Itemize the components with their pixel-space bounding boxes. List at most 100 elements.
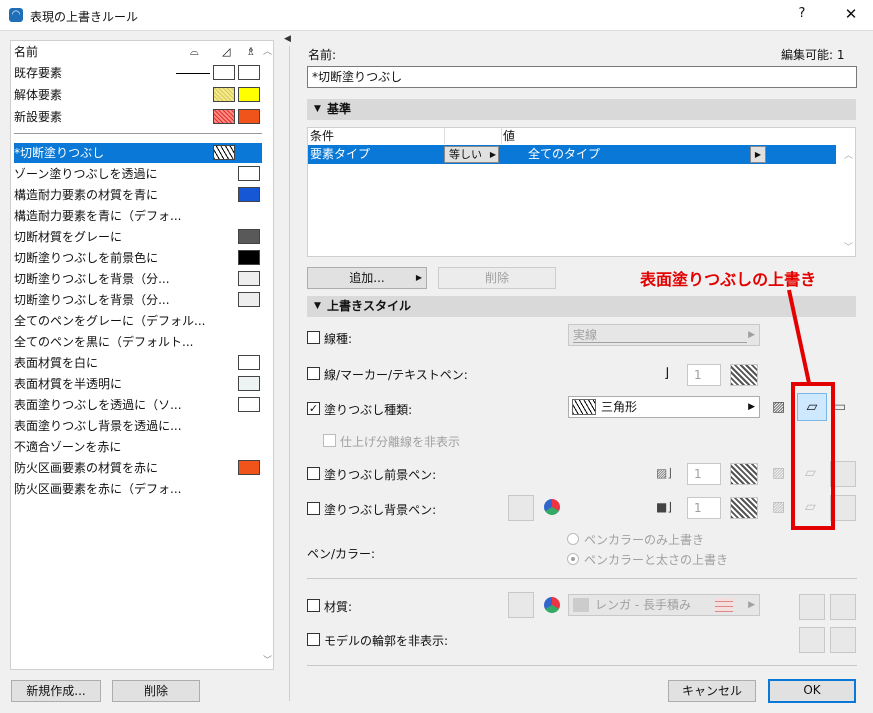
material-settings-button[interactable] [799, 594, 825, 620]
material-swatch-icon [573, 598, 589, 612]
hide-contour-checkbox[interactable] [307, 633, 320, 646]
operator-value: 等しい [449, 148, 482, 161]
fill-fg-pen-checkbox[interactable] [307, 467, 320, 480]
scroll-down-icon[interactable]: ﹀ [844, 240, 853, 253]
pen-color-swatch[interactable] [730, 364, 758, 386]
solid-pen-icon: ■⌋ [656, 500, 673, 514]
scroll-down-icon[interactable]: ﹀ [263, 653, 272, 666]
color-swatch [238, 376, 260, 391]
scroll-up-icon[interactable]: ︿ [263, 44, 272, 57]
line-type-dropdown[interactable]: 実線 ▶ [568, 324, 760, 346]
rule-label: 全てのペンを黒に（デフォルト... [14, 335, 194, 349]
hide-finish-lines-checkbox[interactable] [323, 434, 336, 447]
rule-list-item[interactable]: 構造耐力要素を青に（デフォ... [14, 206, 262, 226]
color-swatch[interactable] [213, 87, 235, 102]
rule-list-item[interactable]: 防火区画要素の材質を赤に [14, 458, 262, 478]
rule-list-item[interactable]: 切断塗りつぶしを背景（分... [14, 269, 262, 289]
color-swatch[interactable] [238, 65, 260, 80]
delete-criteria-button[interactable]: 削除 [438, 267, 556, 289]
scroll-up-icon[interactable]: ︿ [844, 148, 853, 161]
rule-list-item[interactable]: 表面材質を半透明に [14, 374, 262, 394]
name-label: 名前: [308, 48, 337, 62]
material-cover-button[interactable] [830, 594, 856, 620]
bg-pen-picker-button[interactable] [508, 495, 534, 521]
rule-list-item[interactable]: *切断塗りつぶし [14, 143, 262, 163]
operator-dropdown[interactable]: 等しい ▶ [444, 146, 499, 163]
solid-line-preview [573, 342, 747, 343]
value-dropdown-button[interactable]: ▶ [750, 146, 766, 163]
fill-type-dropdown[interactable]: 三角形 ▶ [568, 396, 760, 418]
material-dropdown[interactable]: レンガ - 長手積み ▶ [568, 594, 760, 616]
delete-rule-button[interactable]: 削除 [112, 680, 200, 702]
annotation-text: 表面塗りつぶしの上書き [640, 270, 817, 289]
rule-name-input[interactable]: *切断塗りつぶし [307, 66, 857, 88]
window-title: 表現の上書きルール [30, 10, 139, 24]
color-wheel-icon[interactable] [544, 499, 560, 515]
hatch-pen-icon: ▨⌋ [656, 466, 673, 480]
splitter-line [289, 46, 290, 701]
color-swatch [238, 187, 260, 202]
rule-list-item[interactable]: 構造耐力要素の材質を青に [14, 185, 262, 205]
rule-label: 表面材質を白に [14, 356, 99, 370]
fill-type-value: 三角形 [601, 400, 638, 414]
rule-list-item[interactable]: 表面塗りつぶしを透過に（ソ... [14, 395, 262, 415]
rule-list-item[interactable]: 切断材質をグレーに [14, 227, 262, 247]
add-criteria-button[interactable]: 追加... ▶ [307, 267, 427, 289]
fill-bg-pen-number[interactable]: 1 [687, 497, 721, 519]
color-swatch[interactable] [213, 109, 235, 124]
rule-label: *切断塗りつぶし [14, 146, 105, 160]
pen-color-only-radio[interactable] [567, 533, 579, 545]
rule-list-item[interactable]: ゾーン塗りつぶしを透過に [14, 164, 262, 184]
rule-list-item[interactable]: 全てのペンをグレーに（デフォル... [14, 311, 262, 331]
rule-list-item[interactable]: 表面塗りつぶし背景を透過に... [14, 416, 262, 436]
rule-list-item[interactable]: 防火区画要素を赤に（デフォ... [14, 479, 262, 499]
basic-row[interactable]: 既存要素 [14, 63, 262, 83]
paint-brush-icon: ♗ [246, 45, 256, 58]
rule-label: 防火区画要素を赤に（デフォ... [14, 482, 182, 496]
fill-type-label: 塗りつぶし種類: [324, 403, 413, 417]
rule-list-item[interactable]: 表面材質を白に [14, 353, 262, 373]
override-style-section-header[interactable]: ▼ 上書きスタイル [307, 296, 856, 317]
line-pen-number[interactable]: 1 [687, 364, 721, 386]
rule-label: 不適合ゾーンを赤に [14, 440, 122, 454]
pen-color-weight-radio[interactable] [567, 553, 579, 565]
basic-row[interactable]: 解体要素 [14, 85, 262, 105]
criteria-section-header[interactable]: ▼ 基準 [307, 99, 856, 120]
cut-fill-icon[interactable]: ▨ [772, 499, 785, 515]
contour-surface-button[interactable] [830, 627, 856, 653]
collapse-left-icon[interactable]: ◀ [284, 34, 291, 44]
basic-row[interactable]: 新設要素 [14, 107, 262, 127]
rule-label: 構造耐力要素の材質を青に [14, 188, 159, 202]
cut-fill-icon[interactable]: ▨ [772, 399, 785, 415]
fill-type-checkbox[interactable]: ✓ [307, 402, 320, 415]
line-pen-label: 線/マーカー/テキストペン: [324, 368, 468, 382]
contour-model-button[interactable] [799, 627, 825, 653]
color-swatch[interactable] [238, 109, 260, 124]
rule-list-item[interactable]: 切断塗りつぶしを背景（分... [14, 290, 262, 310]
rule-list-item[interactable]: 切断塗りつぶしを前景色に [14, 248, 262, 268]
material-picker-button[interactable] [508, 592, 534, 618]
color-swatch[interactable] [213, 65, 235, 80]
hide-contour-label: モデルの輪郭を非表示: [324, 634, 449, 648]
cut-fill-icon[interactable]: ▨ [772, 465, 785, 481]
line-type-checkbox[interactable] [307, 331, 320, 344]
close-button[interactable]: ✕ [838, 5, 864, 25]
fill-bg-pen-label: 塗りつぶし背景ペン: [324, 503, 437, 517]
fill-icon: ◿ [222, 45, 231, 58]
cancel-button[interactable]: キャンセル [668, 680, 756, 702]
material-checkbox[interactable] [307, 599, 320, 612]
fill-bg-pen-checkbox[interactable] [307, 502, 320, 515]
bg-pen-color-swatch[interactable] [730, 497, 758, 519]
rule-list-item[interactable]: 不適合ゾーンを赤に [14, 437, 262, 457]
line-pen-checkbox[interactable] [307, 367, 320, 380]
fg-pen-color-swatch[interactable] [730, 463, 758, 485]
ok-button[interactable]: OK [768, 679, 856, 703]
rule-list-item[interactable]: 全てのペンを黒に（デフォルト... [14, 332, 262, 352]
color-swatch[interactable] [238, 87, 260, 102]
fill-fg-pen-number[interactable]: 1 [687, 463, 721, 485]
criteria-row[interactable]: 要素タイプ 等しい ▶ 全てのタイプ ▶ [308, 145, 836, 164]
panel-splitter[interactable]: ◀ [283, 34, 291, 704]
new-rule-button[interactable]: 新規作成... [11, 680, 101, 702]
color-wheel-icon[interactable] [544, 597, 560, 613]
help-button[interactable]: ? [790, 6, 814, 26]
